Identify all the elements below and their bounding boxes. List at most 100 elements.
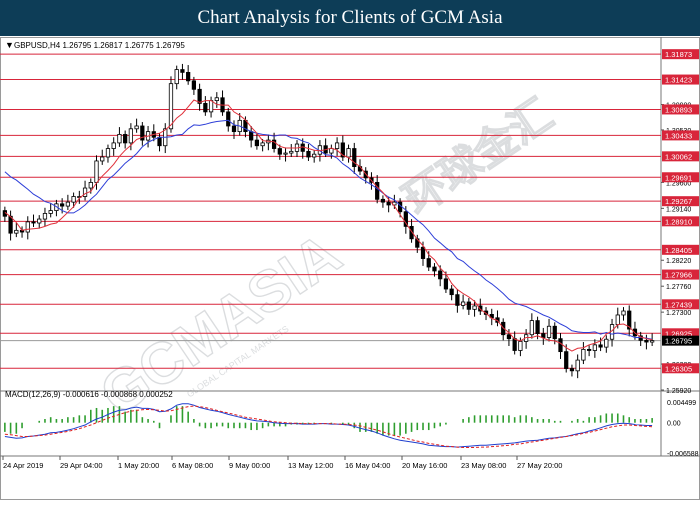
time-axis-label: 6 May 08:00	[172, 461, 213, 470]
candle-bullish	[105, 148, 111, 158]
price-tick-label: 1.25920	[666, 388, 691, 395]
candle-bearish	[506, 334, 512, 340]
candle-bullish	[289, 150, 294, 154]
candle-bullish	[581, 348, 586, 361]
macd-tick-label: 0.00	[667, 421, 681, 428]
candle-bearish	[455, 294, 460, 306]
current-price-label: 1.26795	[665, 337, 692, 346]
time-axis-label: 20 May 16:00	[402, 461, 447, 470]
candle-bearish	[598, 344, 603, 348]
candle-bullish	[111, 142, 116, 149]
candle-bearish	[157, 136, 162, 147]
candle-bullish	[214, 97, 219, 101]
candle-bearish	[541, 333, 546, 338]
candle-bullish	[71, 196, 76, 203]
candle-bearish	[380, 198, 386, 203]
chart-title: Chart Analysis for Clients of GCM Asia	[197, 7, 503, 28]
candle-bearish	[443, 278, 449, 290]
price-tick-label: 1.28220	[666, 258, 691, 265]
candle-bearish	[60, 203, 65, 207]
candle-bearish	[180, 69, 185, 73]
price-tick-label: 1.27300	[666, 310, 691, 317]
candle-bullish	[94, 160, 99, 183]
candle-bullish	[174, 69, 179, 85]
candle-bullish	[128, 128, 134, 144]
candle-bullish	[260, 142, 265, 147]
candle-bearish	[203, 103, 208, 113]
level-label: 1.31873	[665, 50, 692, 59]
candle-bullish	[472, 305, 477, 310]
candle-bullish	[621, 310, 626, 316]
price-tick-label: 1.27760	[666, 284, 691, 291]
level-label: 1.27966	[665, 271, 692, 280]
candle-bearish	[254, 139, 260, 147]
level-label: 1.26305	[665, 364, 692, 373]
macd-tick-label: -0.006588	[667, 451, 699, 458]
candle-bullish	[346, 148, 351, 158]
time-axis-label: 13 May 12:00	[288, 461, 333, 470]
candle-bullish	[65, 201, 70, 207]
level-label: 1.31423	[665, 76, 692, 85]
candle-bullish	[100, 156, 105, 162]
candle-bearish	[466, 301, 471, 310]
time-axis-label: 9 May 00:00	[229, 461, 270, 470]
candle-bearish	[432, 266, 437, 272]
candle-bullish	[546, 325, 552, 338]
time-axis-label: 16 May 04:00	[345, 461, 390, 470]
chart-frame	[0, 37, 700, 500]
candle-bearish	[449, 288, 454, 296]
candle-bullish	[42, 213, 48, 220]
time-axis-label: 29 Apr 04:00	[60, 461, 103, 470]
candle-bearish	[564, 351, 569, 369]
candle-bullish	[604, 338, 609, 348]
candle-bearish	[558, 338, 563, 353]
candle-bullish	[283, 152, 288, 155]
candle-bearish	[277, 148, 282, 155]
candle-bullish	[14, 229, 19, 234]
candle-bullish	[48, 210, 53, 214]
candle-bullish	[575, 359, 580, 372]
candle-bullish	[650, 340, 655, 343]
macd-tick-label: 0.004499	[667, 400, 696, 407]
candle-bullish	[168, 83, 174, 130]
time-axis-label: 24 Apr 2019	[3, 461, 43, 470]
level-label: 1.28405	[665, 246, 692, 255]
level-label: 1.30062	[665, 152, 692, 161]
trading-chart: GCMASIA 环球金汇 GLOBAL CAPITAL MARKETS ▼ GB…	[0, 37, 700, 500]
candle-bearish	[306, 150, 311, 158]
time-axis-label: 1 May 20:00	[118, 461, 159, 470]
level-label: 1.28910	[665, 217, 692, 226]
chart-title-banner: Chart Analysis for Clients of GCM Asia	[0, 0, 700, 36]
candle-bullish	[518, 341, 523, 351]
candle-bearish	[512, 338, 517, 351]
level-label: 1.30433	[665, 131, 692, 140]
candle-bullish	[312, 153, 317, 158]
candle-bearish	[426, 258, 431, 268]
candle-bullish	[88, 181, 93, 189]
candle-bullish	[334, 142, 340, 149]
candle-bearish	[438, 270, 443, 280]
macd-label: MACD(12,26,9) -0.000616 -0.000868 0.0002…	[5, 390, 173, 399]
symbol-info: GBPUSD,H4 1.26795 1.26817 1.26775 1.2679…	[14, 41, 185, 50]
level-label: 1.27439	[665, 300, 692, 309]
candle-bearish	[552, 325, 557, 340]
time-axis-label: 23 May 08:00	[461, 461, 506, 470]
candle-bearish	[31, 221, 36, 224]
candle-bullish	[615, 314, 620, 325]
time-axis-label: 27 May 20:00	[517, 461, 562, 470]
candle-bearish	[569, 368, 575, 372]
candle-bearish	[226, 111, 231, 127]
candle-bearish	[535, 320, 540, 334]
level-label: 1.29267	[665, 197, 692, 206]
level-label: 1.30893	[665, 105, 692, 114]
candle-bullish	[208, 100, 214, 113]
dropdown-triangle-icon[interactable]: ▼	[5, 40, 14, 50]
candle-bullish	[25, 221, 30, 233]
candle-bearish	[191, 80, 197, 90]
candle-bearish	[8, 215, 13, 234]
candle-bullish	[37, 218, 42, 224]
candle-bullish	[592, 344, 597, 351]
candle-bearish	[231, 125, 237, 133]
chart-area: GCMASIA 环球金汇 GLOBAL CAPITAL MARKETS ▼ GB…	[0, 37, 700, 500]
candle-bullish	[117, 134, 122, 144]
